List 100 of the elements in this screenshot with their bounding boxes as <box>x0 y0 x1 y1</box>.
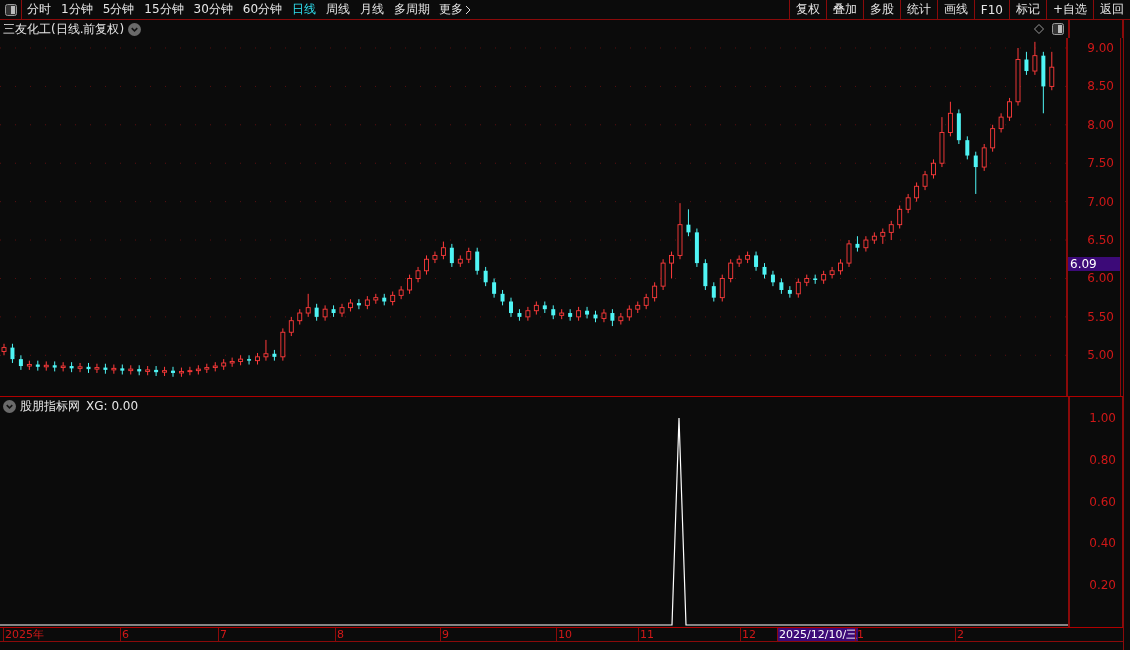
candlestick <box>770 270 775 287</box>
candlestick <box>542 301 547 314</box>
indicator-reading: XG: 0.00 <box>86 399 139 413</box>
candlestick <box>1032 41 1038 76</box>
candlestick <box>103 363 108 375</box>
candlestick <box>990 124 996 153</box>
candlestick <box>947 101 953 137</box>
candlestick <box>179 367 184 378</box>
stock-title: 三友化工(日线.前复权) <box>3 20 125 38</box>
price-axis-label: 7.00 <box>1087 194 1114 209</box>
candlestick <box>212 361 218 372</box>
price-axis-label: 5.50 <box>1087 309 1114 324</box>
candlestick <box>221 358 227 371</box>
period-tab[interactable]: 日线 <box>287 0 322 19</box>
candlestick <box>956 108 961 145</box>
candlestick <box>424 254 429 276</box>
candlestick <box>69 361 74 373</box>
candlestick <box>838 258 843 276</box>
candlestick <box>965 135 970 160</box>
candlestick <box>652 281 658 302</box>
candlestick <box>829 266 835 279</box>
candlestick <box>998 112 1004 133</box>
candlestick <box>305 293 311 318</box>
candlestick <box>35 360 40 372</box>
candlestick <box>288 316 294 337</box>
candlestick <box>382 293 387 306</box>
candlestick <box>272 349 277 362</box>
candlestick <box>187 366 193 376</box>
date-axis-label: 1 <box>855 628 865 641</box>
candlestick <box>1041 51 1046 114</box>
period-tab[interactable]: 周线 <box>321 0 356 19</box>
date-axis-label: 12 <box>740 628 757 641</box>
chevron-right-icon <box>465 4 472 15</box>
period-tab[interactable]: 多周期 <box>389 0 436 19</box>
candlestick <box>533 301 539 316</box>
candlestick <box>43 360 49 372</box>
diamond-icon[interactable] <box>1034 24 1044 34</box>
chevron-down-icon[interactable] <box>128 22 142 36</box>
candlestick <box>94 363 100 374</box>
candlestick <box>922 170 928 191</box>
date-axis-label: 10 <box>556 628 573 641</box>
candlestick <box>475 247 480 276</box>
indicator-axis-label: 1.00 <box>1089 411 1116 425</box>
price-axis-label: 7.50 <box>1087 156 1114 171</box>
period-tab[interactable]: 15分钟 <box>139 0 189 19</box>
candlestick <box>905 193 911 214</box>
candlestick <box>137 364 142 376</box>
candlestick <box>60 361 66 372</box>
more-button[interactable]: 更多 <box>435 0 476 19</box>
candlestick <box>855 235 860 253</box>
period-tab[interactable]: 月线 <box>355 0 390 19</box>
date-axis-label: 9 <box>440 628 450 641</box>
cursor-date-tag: 2025/12/10/三 <box>777 628 859 641</box>
period-tab[interactable]: 分时 <box>22 0 56 19</box>
period-tab[interactable]: 5分钟 <box>97 0 140 19</box>
period-tab[interactable]: 60分钟 <box>237 0 288 19</box>
candlestick <box>863 235 869 253</box>
candlestick <box>229 357 235 368</box>
candlestick <box>204 363 210 374</box>
candlestick <box>728 258 734 283</box>
candlestick <box>618 312 624 326</box>
candlestick <box>736 254 742 268</box>
candlestick <box>754 251 759 272</box>
candlestick <box>348 298 353 312</box>
price-axis-label: 6.00 <box>1087 271 1114 286</box>
candlestick <box>322 304 328 322</box>
date-axis-label: 11 <box>638 628 655 641</box>
date-axis-label: 7 <box>218 628 228 641</box>
period-tab[interactable]: 1分钟 <box>56 0 98 19</box>
candlestick <box>466 247 472 264</box>
candlestick <box>804 274 810 287</box>
candlestick <box>432 251 438 264</box>
panel-toggle-icon[interactable] <box>4 3 17 16</box>
date-axis-label: 6 <box>120 628 130 641</box>
candlestick <box>711 281 716 302</box>
candlestick <box>525 306 531 322</box>
candlestick <box>1015 47 1021 107</box>
indicator-axis-label: 0.20 <box>1089 578 1116 593</box>
candlestick <box>686 208 691 237</box>
period-tab[interactable]: 30分钟 <box>188 0 238 19</box>
candlestick <box>331 304 336 318</box>
candlestick <box>18 354 23 371</box>
candlestick <box>880 228 886 245</box>
chevron-down-icon[interactable] <box>3 399 16 413</box>
candlestick <box>626 304 632 322</box>
candlestick <box>914 181 920 203</box>
date-axis-label: 2025年 <box>3 628 45 641</box>
candlestick <box>407 274 413 295</box>
candlestick <box>568 308 573 322</box>
price-axis-label: 5.00 <box>1087 348 1114 363</box>
candlestick <box>821 270 827 285</box>
candlestick <box>492 277 497 299</box>
candlestick <box>643 293 649 310</box>
candlestick <box>364 295 370 310</box>
candlestick <box>888 220 894 241</box>
candlestick <box>162 366 167 377</box>
candlestick <box>171 366 175 378</box>
candlestick <box>415 266 421 283</box>
panel-toggle-icon[interactable] <box>1052 23 1064 35</box>
candlestick <box>813 274 818 285</box>
